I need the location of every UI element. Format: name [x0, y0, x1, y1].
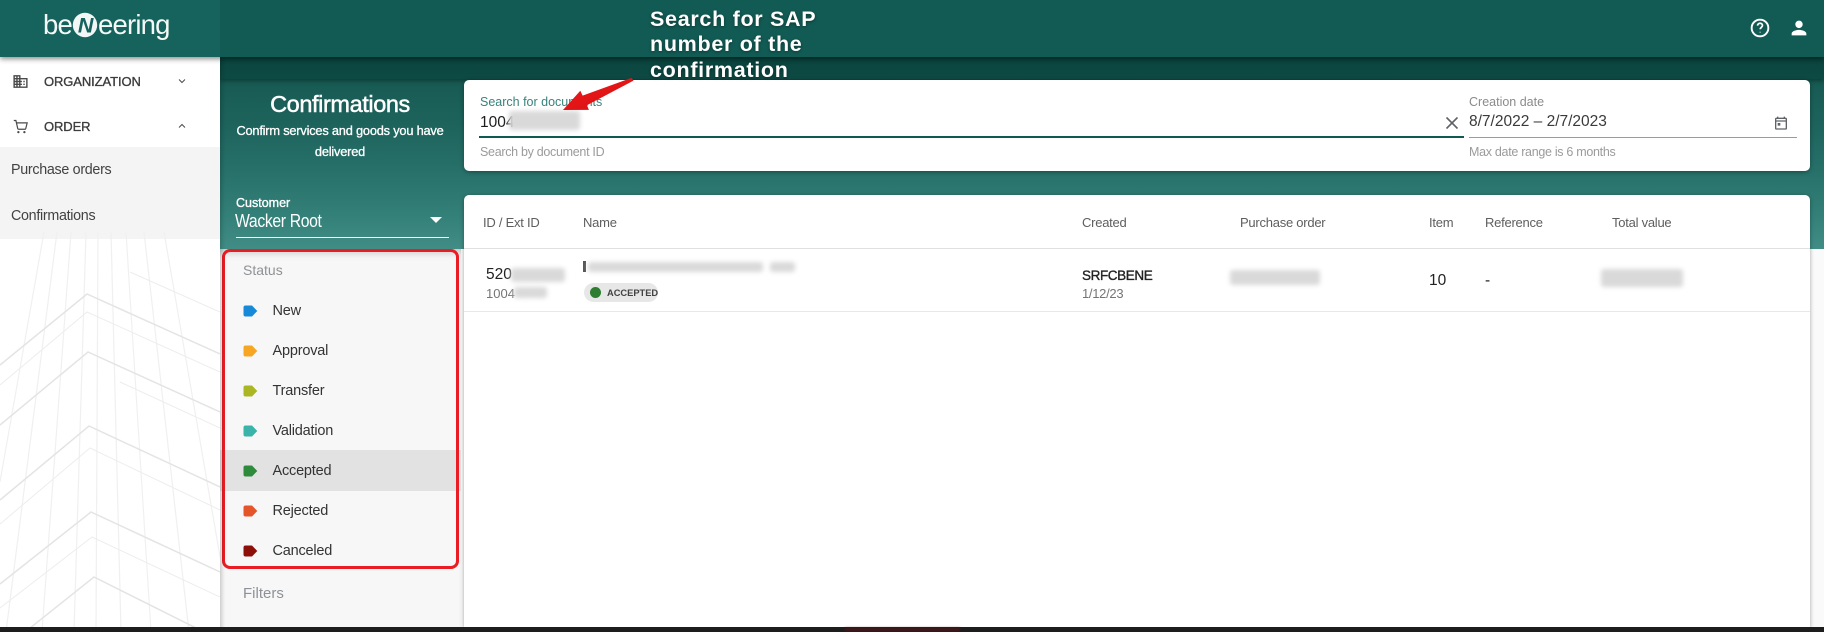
svg-text:N: N: [78, 14, 94, 38]
